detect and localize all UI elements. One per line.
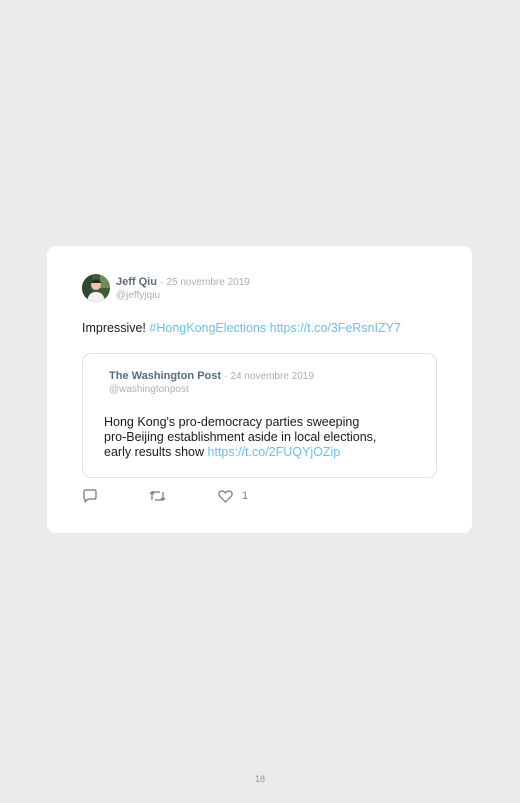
quoted-tweet[interactable]: The Washington Post · 24 novembre 2019 @… <box>82 353 437 478</box>
tweet-url-link[interactable]: https://t.co/3FeRsnIZY7 <box>270 321 401 335</box>
quote-text-line: early results show https://t.co/2FUQYjOZ… <box>104 445 424 460</box>
like-button[interactable]: 1 <box>218 488 248 504</box>
avatar[interactable] <box>82 274 110 302</box>
tweet-card: Jeff Qiu · 25 novembre 2019 @jeffyjqiu I… <box>47 246 472 533</box>
quote-text: Hong Kong's pro-democracy parties sweepi… <box>104 415 424 460</box>
quote-text-line-prefix: early results show <box>104 445 205 459</box>
quote-author-line: The Washington Post · 24 novembre 2019 <box>109 370 314 382</box>
author-name[interactable]: Jeff Qiu <box>116 276 157 288</box>
quote-text-line: pro-Beijing establishment aside in local… <box>104 430 377 444</box>
like-count: 1 <box>242 490 249 502</box>
quote-text-line: Hong Kong's pro-democracy parties sweepi… <box>104 415 360 429</box>
quote-date[interactable]: 24 novembre 2019 <box>231 371 314 382</box>
heart-icon <box>218 489 233 503</box>
tweet-text: Impressive! #HongKongElections https://t… <box>82 321 401 335</box>
retweet-button[interactable] <box>149 488 166 504</box>
quote-separator-dot: · <box>224 371 228 382</box>
avatar-image <box>82 274 110 302</box>
author-handle[interactable]: @jeffyjqiu <box>116 290 160 301</box>
author-line: Jeff Qiu · 25 novembre 2019 <box>116 276 250 288</box>
separator-dot: · <box>160 277 164 288</box>
tweet-text-prefix: Impressive! <box>82 321 146 335</box>
retweet-icon <box>149 491 166 501</box>
reply-button[interactable] <box>82 488 98 504</box>
quote-handle[interactable]: @washingtonpost <box>109 384 189 395</box>
page-number: 18 <box>254 774 265 784</box>
quote-url-link[interactable]: https://t.co/2FUQYjOZip <box>208 445 341 459</box>
comment-bubble-icon <box>83 488 97 503</box>
quote-author-name[interactable]: The Washington Post <box>109 370 221 382</box>
tweet-date[interactable]: 25 novembre 2019 <box>166 277 249 288</box>
hashtag-link[interactable]: #HongKongElections <box>149 321 266 335</box>
tweet-actions: 1 <box>82 488 282 504</box>
